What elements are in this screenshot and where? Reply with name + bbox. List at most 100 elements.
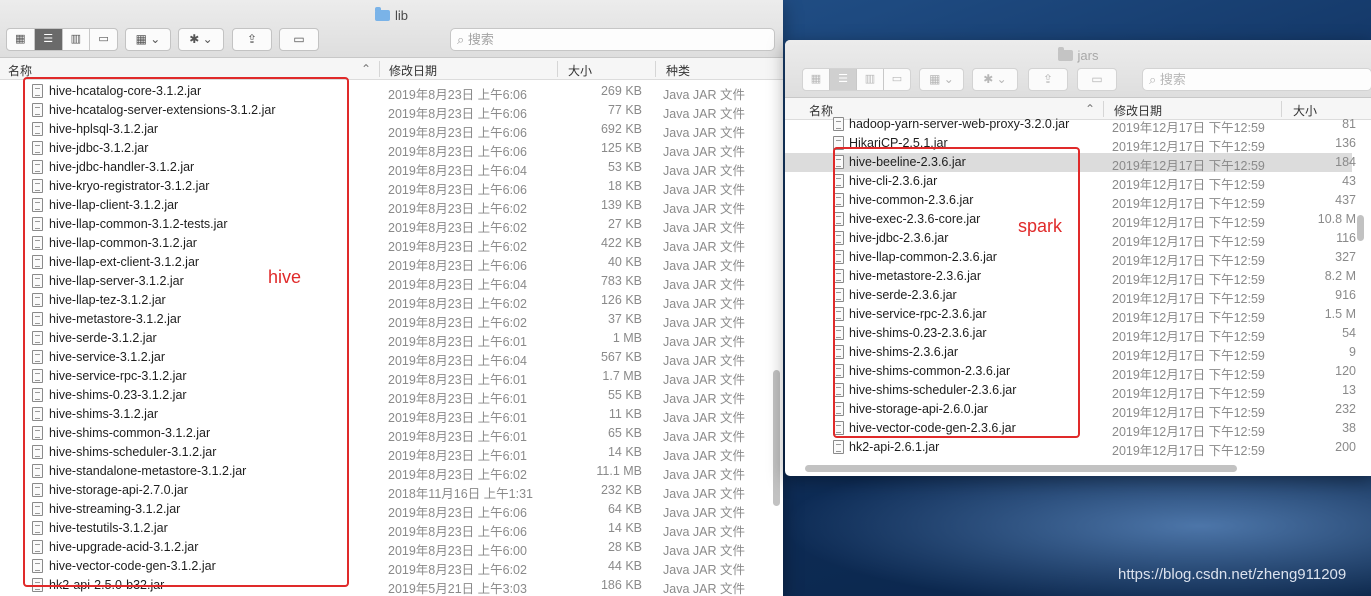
sort-chevron-icon: ⌃ bbox=[1085, 102, 1096, 116]
tags-button[interactable]: ▭ bbox=[279, 28, 319, 51]
list-view-icon[interactable]: ☰ bbox=[34, 29, 63, 50]
file-size: 327 bbox=[1335, 250, 1356, 264]
watermark: https://blog.csdn.net/zheng911209 bbox=[1118, 566, 1347, 583]
list-view-icon[interactable]: ☰ bbox=[830, 69, 857, 90]
grid-icon: ▦ ⌄ bbox=[929, 72, 954, 86]
gallery-view-icon[interactable]: ▭ bbox=[90, 29, 117, 50]
group-menu-button[interactable]: ▦ ⌄ bbox=[919, 68, 964, 91]
file-date: 2019年5月21日 上午3:03 bbox=[388, 582, 527, 596]
horizontal-scrollbar[interactable] bbox=[805, 465, 1237, 472]
file-size: 9 bbox=[1349, 345, 1356, 359]
column-kind-header[interactable]: 种类 bbox=[666, 62, 690, 79]
file-size: 28 KB bbox=[607, 540, 642, 554]
hive-highlight-box bbox=[23, 77, 349, 587]
column-view-icon[interactable]: ▥ bbox=[63, 29, 91, 50]
file-size: 8.2 M bbox=[1324, 269, 1356, 283]
view-mode-segmented[interactable]: ▦ ☰ ▥ ▭ bbox=[6, 28, 118, 51]
file-name: hadoop-yarn-server-web-proxy-3.2.0.jar bbox=[849, 117, 1070, 131]
sort-chevron-icon: ⌃ bbox=[361, 62, 372, 76]
gear-icon: ✱ ⌄ bbox=[189, 32, 213, 46]
file-size: 232 KB bbox=[600, 483, 642, 497]
action-menu-button[interactable]: ✱ ⌄ bbox=[178, 28, 224, 51]
spark-highlight-box bbox=[833, 147, 1080, 438]
file-size: 10.8 M bbox=[1317, 212, 1356, 226]
file-size: 40 KB bbox=[607, 255, 642, 269]
file-size: 916 bbox=[1335, 288, 1356, 302]
file-size: 125 KB bbox=[600, 141, 642, 155]
action-menu-button[interactable]: ✱ ⌄ bbox=[972, 68, 1018, 91]
file-size: 200 bbox=[1335, 440, 1356, 454]
tags-button[interactable]: ▭ bbox=[1077, 68, 1117, 91]
file-size: 18 KB bbox=[607, 179, 642, 193]
jar-file-icon bbox=[833, 440, 844, 454]
file-size: 139 KB bbox=[600, 198, 642, 212]
file-size: 116 bbox=[1336, 231, 1356, 245]
column-date-header[interactable]: 修改日期 bbox=[389, 62, 437, 79]
file-size: 269 KB bbox=[600, 84, 642, 98]
titlebar[interactable]: jars ▦ ☰ ▥ ▭ ▦ ⌄ ✱ ⌄ ⇪ ▭ ⌕ 搜索 bbox=[785, 40, 1371, 98]
search-icon: ⌕ bbox=[457, 32, 465, 47]
column-view-icon[interactable]: ▥ bbox=[857, 69, 884, 90]
file-size: 77 KB bbox=[607, 103, 642, 117]
share-icon: ⇪ bbox=[1042, 72, 1054, 86]
share-button[interactable]: ⇪ bbox=[1028, 68, 1068, 91]
file-size: 567 KB bbox=[600, 350, 642, 364]
search-icon: ⌕ bbox=[1149, 72, 1157, 87]
file-size: 13 bbox=[1342, 383, 1356, 397]
window-title: lib bbox=[0, 7, 783, 23]
icon-view-icon[interactable]: ▦ bbox=[7, 29, 35, 50]
file-name: hk2-api-2.6.1.jar bbox=[849, 440, 940, 454]
spark-annotation: spark bbox=[1018, 216, 1063, 236]
tag-icon: ▭ bbox=[293, 32, 305, 46]
column-size-header[interactable]: 大小 bbox=[568, 62, 592, 79]
grid-icon: ▦ ⌄ bbox=[135, 32, 161, 46]
file-size: 120 bbox=[1335, 364, 1356, 378]
file-size: 136 bbox=[1335, 136, 1356, 150]
file-size: 38 bbox=[1342, 421, 1356, 435]
file-size: 14 KB bbox=[607, 445, 642, 459]
file-size: 53 KB bbox=[607, 160, 642, 174]
toolbar: ▦ ☰ ▥ ▭ ▦ ⌄ ✱ ⌄ ⇪ ▭ ⌕ 搜索 bbox=[802, 68, 1371, 92]
search-input[interactable]: ⌕ 搜索 bbox=[1142, 68, 1371, 91]
file-size: 692 KB bbox=[600, 122, 642, 136]
file-size: 422 KB bbox=[600, 236, 642, 250]
file-size: 37 KB bbox=[607, 312, 642, 326]
file-size: 184 bbox=[1335, 155, 1356, 169]
vertical-scrollbar[interactable] bbox=[773, 370, 780, 506]
share-icon: ⇪ bbox=[246, 32, 258, 46]
file-size: 44 KB bbox=[607, 559, 642, 573]
tag-icon: ▭ bbox=[1091, 72, 1103, 86]
share-button[interactable]: ⇪ bbox=[232, 28, 272, 51]
file-size: 1.5 M bbox=[1324, 307, 1356, 321]
file-size: 437 bbox=[1335, 193, 1356, 207]
jar-file-icon bbox=[833, 117, 844, 131]
file-size: 783 KB bbox=[600, 274, 642, 288]
file-kind: Java JAR 文件 bbox=[663, 582, 745, 596]
file-size: 65 KB bbox=[607, 426, 642, 440]
folder-icon bbox=[374, 7, 390, 21]
file-row[interactable]: hadoop-yarn-server-web-proxy-3.2.0.jar 20… bbox=[785, 115, 1356, 135]
window-title: jars bbox=[785, 47, 1371, 63]
search-input[interactable]: ⌕ 搜索 bbox=[450, 28, 775, 51]
file-size: 232 bbox=[1335, 402, 1356, 416]
group-menu-button[interactable]: ▦ ⌄ bbox=[125, 28, 171, 51]
file-size: 1 MB bbox=[612, 331, 642, 345]
gear-icon: ✱ ⌄ bbox=[983, 72, 1007, 86]
file-size: 27 KB bbox=[607, 217, 642, 231]
file-size: 43 bbox=[1342, 174, 1356, 188]
gallery-view-icon[interactable]: ▭ bbox=[884, 69, 910, 90]
file-date: 2019年12月17日 下午12:59 bbox=[1112, 444, 1265, 458]
file-row[interactable]: hk2-api-2.6.1.jar 2019年12月17日 下午12:59 200 bbox=[785, 438, 1356, 458]
icon-view-icon[interactable]: ▦ bbox=[803, 69, 830, 90]
file-size: 126 KB bbox=[600, 293, 642, 307]
vertical-scrollbar[interactable] bbox=[1357, 215, 1364, 241]
view-mode-segmented[interactable]: ▦ ☰ ▥ ▭ bbox=[802, 68, 911, 91]
file-size: 14 KB bbox=[607, 521, 642, 535]
file-size: 55 KB bbox=[607, 388, 642, 402]
toolbar: ▦ ☰ ▥ ▭ ▦ ⌄ ✱ ⌄ ⇪ ▭ ⌕ 搜索 bbox=[6, 28, 777, 52]
titlebar[interactable]: lib ▦ ☰ ▥ ▭ ▦ ⌄ ✱ ⌄ ⇪ ▭ ⌕ 搜索 bbox=[0, 0, 783, 58]
file-size: 186 KB bbox=[600, 578, 642, 592]
file-size: 64 KB bbox=[607, 502, 642, 516]
file-size: 11.1 MB bbox=[596, 464, 642, 478]
file-size: 1.7 MB bbox=[602, 369, 642, 383]
